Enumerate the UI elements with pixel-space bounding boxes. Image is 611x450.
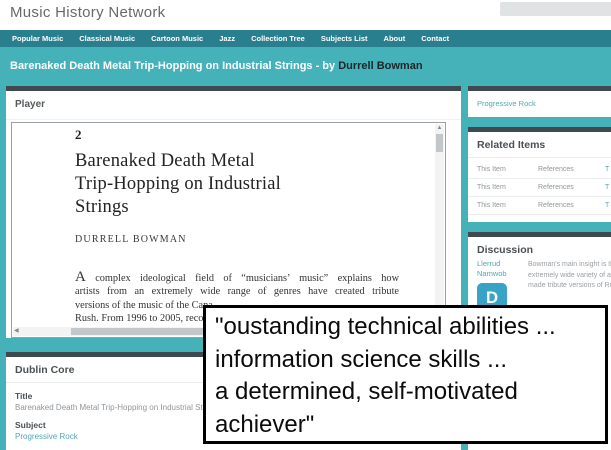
quote-overlay-box: "oustanding technical abilities ... info… [203,305,608,444]
related-target-link[interactable]: T [605,166,609,173]
site-header: Music History Network [0,0,611,30]
divider [468,157,611,158]
related-this-item-cell: This Item [477,166,506,173]
item-title-author: Durrell Bowman [338,60,422,72]
document-title: Barenaked Death Metal Trip-Hopping on In… [75,150,431,219]
page: Music History Network Popular Music Clas… [0,0,611,450]
related-references-cell: References [538,202,574,209]
document-author: DURRELL BOWMAN [75,234,431,245]
related-items-panel: Related Items This Item References T Thi… [468,127,611,222]
nav-item-cartoon-music[interactable]: Cartoon Music [151,34,203,43]
item-page-title: Barenaked Death Metal Trip-Hopping on In… [10,60,423,72]
nav-item-collection-tree[interactable]: Collection Tree [251,34,305,43]
related-target-link[interactable]: T [605,184,609,191]
related-items-table: This Item References T This Item Referen… [468,161,611,215]
main-nav: Popular Music Classical Music Cartoon Mu… [0,30,611,47]
related-references-cell: References [538,184,574,191]
nav-item-subjects-list[interactable]: Subjects List [321,34,368,43]
nav-item-popular-music[interactable]: Popular Music [12,34,63,43]
player-panel-title: Player [6,91,461,120]
nav-item-about[interactable]: About [384,34,406,43]
related-items-title: Related Items [468,132,611,157]
site-title: Music History Network [10,4,166,21]
table-row: This Item References T [468,179,611,197]
viewer-vertical-scroll-thumb[interactable] [436,134,443,152]
scroll-up-icon[interactable]: ▲ [435,124,444,132]
related-references-cell: References [538,166,574,173]
item-title-text: Barenaked Death Metal Trip-Hopping on In… [10,60,338,72]
nav-item-classical-music[interactable]: Classical Music [79,34,135,43]
commenter-name-link[interactable]: Llerrud Namwob [477,259,507,279]
nav-item-jazz[interactable]: Jazz [219,34,235,43]
related-this-item-cell: This Item [477,184,506,191]
document-page-number: 2 [75,127,431,143]
discussion-comment: Bowman's main insight is th extremely wi… [528,260,611,292]
document-page: 2 Barenaked Death Metal Trip-Hopping on … [12,123,431,327]
nav-item-contact[interactable]: Contact [421,34,449,43]
scroll-left-icon[interactable]: ◀ [14,327,19,336]
search-input[interactable] [500,2,611,16]
subject-tag-panel: Progressive Rock [468,86,611,117]
player-panel: Player 2 Barenaked Death Metal Trip-Hopp… [6,86,461,338]
related-this-item-cell: This Item [477,202,506,209]
table-row: This Item References T [468,161,611,179]
viewer-horizontal-scroll-thumb[interactable] [71,328,209,335]
subject-tag-link[interactable]: Progressive Rock [468,91,545,116]
table-row: This Item References T [468,197,611,215]
related-target-link[interactable]: T [605,202,609,209]
